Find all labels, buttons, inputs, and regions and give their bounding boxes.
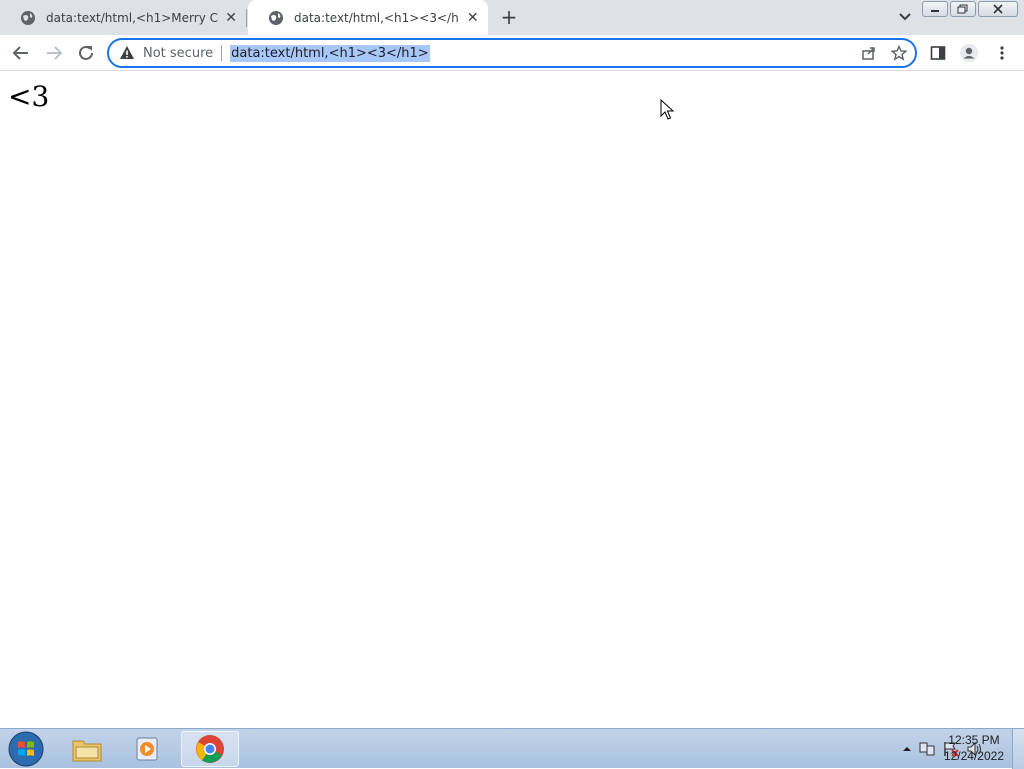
side-panel-button[interactable] bbox=[926, 41, 950, 65]
network-icon[interactable] bbox=[918, 741, 936, 757]
back-button[interactable] bbox=[9, 41, 33, 65]
globe-icon bbox=[269, 10, 283, 25]
bookmark-button[interactable] bbox=[889, 44, 909, 62]
profile-avatar-icon bbox=[960, 44, 978, 62]
url-input[interactable]: data:text/html,<h1><3</h1> bbox=[230, 44, 430, 62]
share-icon bbox=[862, 47, 875, 60]
start-button[interactable] bbox=[6, 731, 46, 767]
security-status-label[interactable]: Not secure bbox=[143, 46, 213, 61]
system-clock[interactable]: 12:35 PM 12/24/2022 bbox=[944, 732, 1004, 764]
taskbar-media-player[interactable] bbox=[118, 731, 176, 767]
share-button[interactable] bbox=[859, 44, 879, 62]
tab-title: data:text/html,<h1>Merry Christ bbox=[46, 10, 218, 25]
warning-icon[interactable] bbox=[119, 45, 135, 61]
tab-title: data:text/html,<h1><3</h1> bbox=[294, 10, 460, 25]
taskbar-explorer[interactable] bbox=[58, 731, 116, 767]
forward-button[interactable] bbox=[42, 41, 66, 65]
restore-icon bbox=[957, 4, 968, 14]
close-window-button[interactable] bbox=[978, 1, 1018, 17]
star-icon bbox=[891, 45, 907, 61]
page-heading: <3 bbox=[8, 80, 50, 113]
reload-icon bbox=[79, 45, 93, 60]
tab-merry-christmas[interactable]: data:text/html,<h1>Merry Christ ✕ bbox=[0, 0, 246, 35]
taskbar: 12:35 PM 12/24/2022 bbox=[0, 728, 1024, 769]
arrow-right-icon bbox=[47, 46, 63, 60]
folder-icon bbox=[72, 740, 102, 762]
omnibox-actions bbox=[859, 44, 909, 62]
mouse-cursor-icon bbox=[660, 99, 675, 120]
arrow-left-icon bbox=[12, 46, 28, 60]
omnibox-divider bbox=[221, 45, 223, 61]
tab-search-chevron-icon[interactable] bbox=[895, 8, 915, 26]
menu-button[interactable] bbox=[990, 41, 1014, 65]
address-bar[interactable]: Not secure data:text/html,<h1><3</h1> bbox=[107, 38, 917, 68]
taskbar-chrome[interactable] bbox=[181, 731, 239, 767]
side-panel-icon bbox=[930, 46, 946, 60]
profile-button[interactable] bbox=[957, 41, 981, 65]
tab-heart[interactable]: data:text/html,<h1><3</h1> ✕ bbox=[248, 0, 488, 35]
reload-button[interactable] bbox=[74, 41, 98, 65]
show-desktop-button[interactable] bbox=[1012, 729, 1024, 769]
close-tab-icon[interactable]: ✕ bbox=[224, 10, 238, 26]
clock-date: 12/24/2022 bbox=[943, 749, 1004, 763]
browser-toolbar: Not secure data:text/html,<h1><3</h1> bbox=[0, 35, 1024, 71]
restore-button[interactable] bbox=[950, 1, 976, 17]
chrome-icon bbox=[196, 735, 224, 763]
kebab-menu-icon bbox=[1000, 46, 1004, 60]
page-content: <3 bbox=[0, 72, 1024, 728]
windows-logo-icon bbox=[8, 731, 44, 767]
tab-divider bbox=[246, 9, 247, 27]
media-player-icon bbox=[136, 737, 158, 761]
clock-time: 12:35 PM bbox=[948, 733, 1000, 747]
minimize-button[interactable] bbox=[922, 1, 948, 17]
new-tab-button[interactable]: + bbox=[498, 5, 520, 29]
show-hidden-icons-icon[interactable] bbox=[902, 744, 912, 754]
window-controls bbox=[920, 1, 1018, 17]
globe-icon bbox=[21, 10, 35, 25]
close-icon bbox=[993, 4, 1003, 14]
tab-strip: data:text/html,<h1>Merry Christ ✕ data:t… bbox=[0, 0, 1024, 35]
close-tab-icon[interactable]: ✕ bbox=[465, 10, 480, 26]
minimize-icon bbox=[931, 10, 939, 12]
